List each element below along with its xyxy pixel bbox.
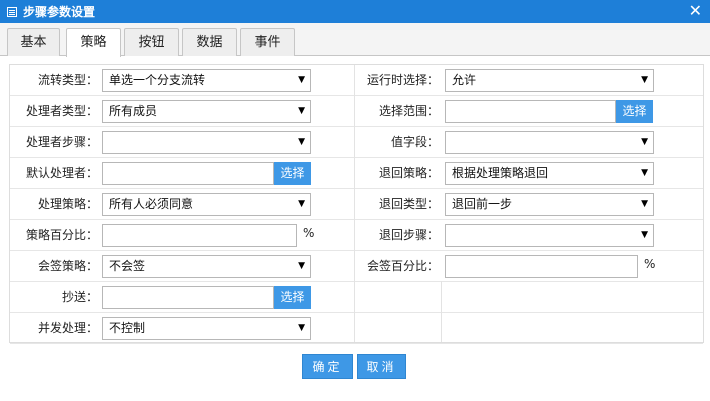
- percent-unit: %: [303, 226, 315, 240]
- policy-percent-label: 策略百分比：: [25, 228, 98, 242]
- return-type-select[interactable]: 退回前一步 ▼: [445, 193, 654, 216]
- cancel-button[interactable]: 取消: [357, 354, 406, 379]
- policy-percent-input[interactable]: [102, 224, 297, 247]
- flow-type-label: 流转类型：: [37, 73, 98, 87]
- runtime-select-label: 运行时选择：: [366, 73, 439, 87]
- return-step-select[interactable]: ▼: [445, 224, 654, 247]
- form-row: 策略百分比： % 退回步骤： ▼: [10, 220, 703, 251]
- return-type-label: 退回类型：: [378, 197, 439, 211]
- percent-unit: %: [644, 257, 656, 271]
- value-field-select[interactable]: ▼: [445, 131, 654, 154]
- chevron-down-icon: ▼: [641, 137, 648, 147]
- cc-button[interactable]: 选择: [274, 286, 311, 309]
- column-divider: [441, 281, 442, 342]
- chevron-down-icon: ▼: [298, 106, 305, 116]
- tab-basic[interactable]: 基本: [7, 28, 60, 56]
- form-row: 默认处理者： 选择 退回策略： 根据处理策略退回 ▼: [10, 158, 703, 189]
- cc-label: 抄送：: [61, 290, 98, 304]
- handler-type-label: 处理者类型：: [25, 104, 98, 118]
- concurrent-select[interactable]: 不控制 ▼: [102, 317, 311, 340]
- countersign-percent-input[interactable]: [445, 255, 638, 278]
- return-policy-select[interactable]: 根据处理策略退回 ▼: [445, 162, 654, 185]
- chevron-down-icon: ▼: [298, 261, 305, 271]
- tab-events[interactable]: 事件: [240, 28, 295, 56]
- column-divider: [354, 65, 355, 342]
- chevron-down-icon: ▼: [641, 199, 648, 209]
- chevron-down-icon: ▼: [298, 323, 305, 333]
- form-row: 流转类型： 单选一个分支流转 ▼ 运行时选择： 允许 ▼: [10, 65, 703, 96]
- handler-type-value: 所有成员: [109, 104, 158, 118]
- tab-buttons[interactable]: 按钮: [124, 28, 179, 56]
- dialog-titlebar: 步骤参数设置 ✕: [0, 0, 710, 23]
- handle-policy-label: 处理策略：: [37, 197, 98, 211]
- return-step-label: 退回步骤：: [378, 228, 439, 242]
- form-row: 并发处理： 不控制 ▼: [10, 313, 703, 344]
- default-handler-input[interactable]: [102, 162, 274, 185]
- countersign-policy-value: 不会签: [109, 259, 146, 273]
- handle-policy-value: 所有人必须同意: [109, 197, 194, 211]
- tab-bar: 基本 策略 按钮 数据 事件: [0, 23, 710, 57]
- handle-policy-select[interactable]: 所有人必须同意 ▼: [102, 193, 311, 216]
- handler-step-label: 处理者步骤：: [25, 135, 98, 149]
- default-handler-label: 默认处理者：: [25, 166, 98, 180]
- runtime-select-value: 允许: [452, 73, 477, 87]
- chevron-down-icon: ▼: [641, 230, 648, 240]
- tab-data[interactable]: 数据: [182, 28, 237, 56]
- select-range-label: 选择范围：: [378, 104, 439, 118]
- return-policy-value: 根据处理策略退回: [452, 166, 549, 180]
- default-handler-button[interactable]: 选择: [274, 162, 311, 185]
- handler-step-select[interactable]: ▼: [102, 131, 311, 154]
- runtime-select-select[interactable]: 允许 ▼: [445, 69, 654, 92]
- concurrent-label: 并发处理：: [37, 321, 98, 335]
- return-policy-label: 退回策略：: [378, 166, 439, 180]
- chevron-down-icon: ▼: [298, 75, 305, 85]
- form-row: 会签策略： 不会签 ▼ 会签百分比： %: [10, 251, 703, 282]
- form-row: 处理策略： 所有人必须同意 ▼ 退回类型： 退回前一步 ▼: [10, 189, 703, 220]
- chevron-down-icon: ▼: [298, 137, 305, 147]
- flow-type-value: 单选一个分支流转: [109, 73, 206, 87]
- chevron-down-icon: ▼: [641, 168, 648, 178]
- flow-type-select[interactable]: 单选一个分支流转 ▼: [102, 69, 311, 92]
- form-row: 处理者步骤： ▼ 值字段： ▼: [10, 127, 703, 158]
- form-row: 抄送： 选择: [10, 282, 703, 313]
- cc-input[interactable]: [102, 286, 274, 309]
- return-type-value: 退回前一步: [452, 197, 513, 211]
- ok-button[interactable]: 确定: [302, 354, 353, 379]
- handler-type-select[interactable]: 所有成员 ▼: [102, 100, 311, 123]
- chevron-down-icon: ▼: [298, 199, 305, 209]
- strategy-form: 流转类型： 单选一个分支流转 ▼ 运行时选择： 允许 ▼ 处理者类型： 所有成员…: [9, 64, 704, 344]
- countersign-percent-label: 会签百分比：: [366, 259, 439, 273]
- close-icon[interactable]: ✕: [689, 2, 702, 20]
- chevron-down-icon: ▼: [641, 75, 648, 85]
- tab-strategy[interactable]: 策略: [66, 28, 121, 57]
- countersign-policy-label: 会签策略：: [37, 259, 98, 273]
- countersign-policy-select[interactable]: 不会签 ▼: [102, 255, 311, 278]
- concurrent-value: 不控制: [109, 321, 146, 335]
- list-icon: [7, 6, 17, 17]
- select-range-input[interactable]: [445, 100, 616, 123]
- form-row: 处理者类型： 所有成员 ▼ 选择范围： 选择: [10, 96, 703, 127]
- select-range-button[interactable]: 选择: [616, 100, 653, 123]
- dialog-title: 步骤参数设置: [23, 5, 96, 19]
- value-field-label: 值字段：: [390, 135, 439, 149]
